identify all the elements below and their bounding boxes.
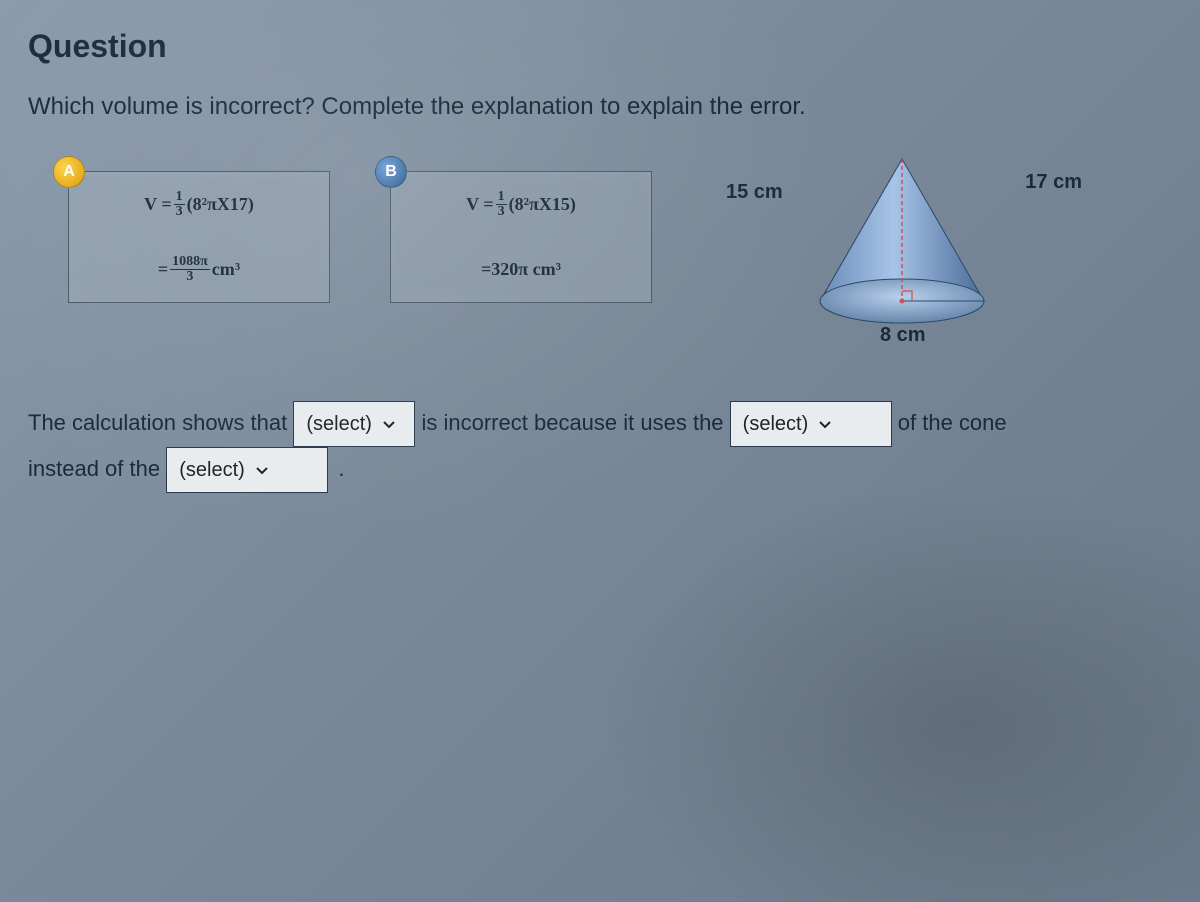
panel-b-line1: V = 1 3 (8²πX15) <box>391 172 651 237</box>
panel-a-line1-prefix: V = <box>144 194 171 215</box>
frac-num: 1 <box>174 190 185 205</box>
chevron-down-icon <box>818 417 832 431</box>
select-placeholder: (select) <box>306 404 372 444</box>
select-instead-of[interactable]: (select) <box>166 447 328 493</box>
sentence-part1: The calculation shows that <box>28 410 293 435</box>
cone-svg <box>772 151 1032 341</box>
frac-den: 3 <box>496 205 507 219</box>
panel-b-frac1: 1 3 <box>496 190 507 219</box>
frac-num: 1 <box>496 190 507 205</box>
panel-a-line1-suffix: (8²πX17) <box>187 194 254 215</box>
frac-den: 3 <box>174 205 185 219</box>
sentence-part3: of the cone <box>898 410 1007 435</box>
panel-b-line2-value: 320π cm³ <box>491 259 561 280</box>
answer-sentence: The calculation shows that (select) is i… <box>28 401 1172 493</box>
panel-b-line2-prefix: = <box>481 259 491 280</box>
panel-a-frac1: 1 3 <box>174 190 185 219</box>
panel-a-frac2: 1088π 3 <box>170 255 210 284</box>
panel-a-line2-suffix: cm³ <box>212 259 240 280</box>
chevron-down-icon <box>382 417 396 431</box>
panel-a-line2-prefix: = <box>158 259 168 280</box>
badge-a: A <box>53 156 85 188</box>
calculation-panel-b: B V = 1 3 (8²πX15) = 320π cm³ <box>390 171 652 303</box>
frac-den: 3 <box>184 270 195 284</box>
sentence-period: . <box>338 456 344 481</box>
cone-label-radius: 8 cm <box>880 324 926 347</box>
select-uses-the[interactable]: (select) <box>730 401 892 447</box>
panel-b-line1-suffix: (8²πX15) <box>509 194 576 215</box>
sentence-part2: is incorrect because it uses the <box>422 410 730 435</box>
cone-label-slant: 15 cm <box>726 181 783 204</box>
select-placeholder: (select) <box>179 450 245 490</box>
frac-num: 1088π <box>170 255 210 270</box>
cone-label-hypotenuse: 17 cm <box>1025 171 1082 194</box>
sentence-part4: instead of the <box>28 456 166 481</box>
chevron-down-icon <box>255 463 269 477</box>
calculation-panel-a: A V = 1 3 (8²πX17) = 1088π 3 cm³ <box>68 171 330 303</box>
content-row: A V = 1 3 (8²πX17) = 1088π 3 cm³ B <box>28 171 1172 341</box>
panel-b-line2: = 320π cm³ <box>391 237 651 302</box>
panel-a-line2: = 1088π 3 cm³ <box>69 237 329 302</box>
select-placeholder: (select) <box>743 404 809 444</box>
cone-figure: 15 cm 17 cm 8 cm <box>772 151 1032 341</box>
question-prompt: Which volume is incorrect? Complete the … <box>28 93 1172 121</box>
panel-a-line1: V = 1 3 (8²πX17) <box>69 172 329 237</box>
panel-b-line1-prefix: V = <box>466 194 493 215</box>
badge-b: B <box>375 156 407 188</box>
question-heading: Question <box>28 28 1172 65</box>
select-which-incorrect[interactable]: (select) <box>293 401 415 447</box>
